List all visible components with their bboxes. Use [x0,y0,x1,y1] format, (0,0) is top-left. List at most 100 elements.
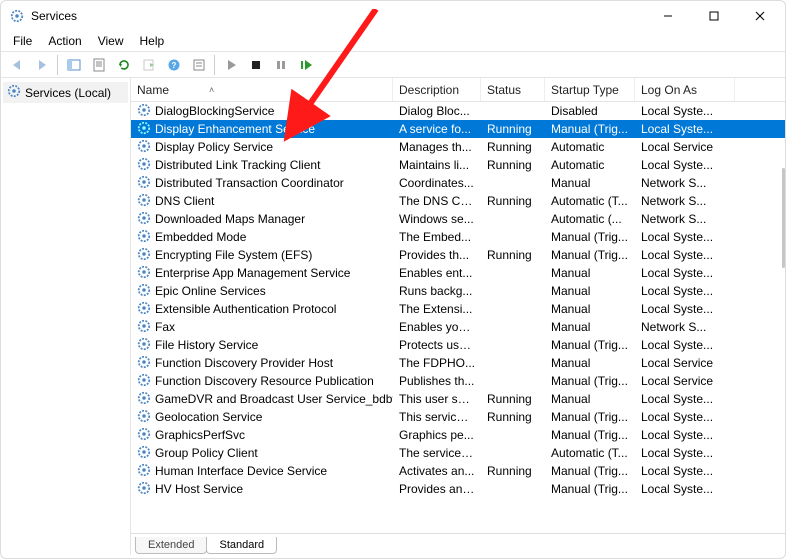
service-startup: Manual [545,302,635,316]
service-row[interactable]: Display Enhancement ServiceA service fo.… [131,120,785,138]
column-header-name[interactable]: Name˄ [131,78,393,101]
service-description: Activates an... [393,464,481,478]
service-status: Running [481,140,545,154]
options-button[interactable] [187,53,210,76]
export-button[interactable] [137,53,160,76]
service-row[interactable]: Enterprise App Management ServiceEnables… [131,264,785,282]
service-row[interactable]: Geolocation ServiceThis service ...Runni… [131,408,785,426]
gear-icon [137,301,151,318]
scrollbar-thumb[interactable] [782,168,785,268]
pause-service-button[interactable] [269,53,292,76]
service-name: Display Policy Service [155,140,273,154]
service-status: Running [481,122,545,136]
app-gear-icon [9,8,25,24]
service-row[interactable]: DNS ClientThe DNS Cli...RunningAutomatic… [131,192,785,210]
column-header-startup[interactable]: Startup Type [545,78,635,101]
sort-asc-icon: ˄ [209,85,214,95]
service-logon: Local Syste... [635,122,735,136]
service-row[interactable]: Group Policy ClientThe service i...Autom… [131,444,785,462]
tab-extended[interactable]: Extended [135,537,207,554]
service-row[interactable]: Display Policy ServiceManages th...Runni… [131,138,785,156]
service-row[interactable]: Encrypting File System (EFS)Provides th.… [131,246,785,264]
properties-button[interactable] [87,53,110,76]
service-logon: Network S... [635,212,735,226]
close-button[interactable] [737,1,783,31]
column-header-logon[interactable]: Log On As [635,78,735,101]
service-logon: Local Service [635,374,735,388]
service-row[interactable]: Distributed Transaction CoordinatorCoord… [131,174,785,192]
menu-view[interactable]: View [90,32,132,50]
service-logon: Local Syste... [635,266,735,280]
gear-icon [137,229,151,246]
service-startup: Automatic [545,158,635,172]
menu-file[interactable]: File [5,32,40,50]
column-header-status[interactable]: Status [481,78,545,101]
help-button[interactable]: ? [162,53,185,76]
service-startup: Manual (Trig... [545,482,635,496]
service-logon: Local Syste... [635,464,735,478]
restart-service-button[interactable] [294,53,317,76]
service-row[interactable]: HV Host Service Provides an ... Manual (Tr… [131,480,785,498]
service-description: Windows se... [393,212,481,226]
tab-strip: Extended Standard [131,533,785,555]
service-row[interactable]: File History Service Protects use... Manua… [131,336,785,354]
service-row[interactable]: DialogBlockingServiceDialog Bloc...Disab… [131,102,785,120]
gear-icon [137,481,151,498]
tab-standard[interactable]: Standard [206,537,277,554]
service-description: Enables you... [393,320,481,334]
service-row[interactable]: Function Discovery Provider HostThe FDPH… [131,354,785,372]
service-name: Human Interface Device Service [155,464,327,478]
service-description: Provides an ... [393,482,481,496]
service-name: Extensible Authentication Protocol [155,302,336,316]
maximize-button[interactable] [691,1,737,31]
service-row[interactable]: Downloaded Maps ManagerWindows se...Auto… [131,210,785,228]
start-service-button[interactable] [219,53,242,76]
service-name: File History Service [155,338,258,352]
service-name: GameDVR and Broadcast User Service_bdbf9 [155,392,393,406]
service-startup: Manual (Trig... [545,338,635,352]
service-startup: Manual (Trig... [545,122,635,136]
gear-icon [137,103,151,120]
window-title: Services [31,9,645,23]
service-row[interactable]: Embedded ModeThe Embed...Manual (Trig...… [131,228,785,246]
stop-service-button[interactable] [244,53,267,76]
service-startup: Manual [545,266,635,280]
service-row[interactable]: Extensible Authentication ProtocolThe Ex… [131,300,785,318]
service-startup: Manual (Trig... [545,248,635,262]
refresh-button[interactable] [112,53,135,76]
service-logon: Local Syste... [635,248,735,262]
service-status: Running [481,158,545,172]
service-row[interactable]: Human Interface Device Service Activates … [131,462,785,480]
service-name: Epic Online Services [155,284,266,298]
minimize-button[interactable] [645,1,691,31]
service-name: Function Discovery Resource Publication [155,374,374,388]
column-header-description[interactable]: Description [393,78,481,101]
service-logon: Local Service [635,140,735,154]
menu-help[interactable]: Help [132,32,173,50]
forward-button[interactable] [30,53,53,76]
service-name: Downloaded Maps Manager [155,212,305,226]
service-row[interactable]: GraphicsPerfSvcGraphics pe...Manual (Tri… [131,426,785,444]
service-description: Protects use... [393,338,481,352]
service-description: This user ser... [393,392,481,406]
service-row[interactable]: GameDVR and Broadcast User Service_bdbf9… [131,390,785,408]
list-body[interactable]: DialogBlockingServiceDialog Bloc...Disab… [131,102,785,533]
service-logon: Local Syste... [635,446,735,460]
tree-root-services-local[interactable]: Services (Local) [3,82,128,103]
service-name: HV Host Service [155,482,243,496]
service-row[interactable]: FaxEnables you...ManualNetwork S... [131,318,785,336]
service-row[interactable]: Epic Online ServicesRuns backg...ManualL… [131,282,785,300]
service-description: Runs backg... [393,284,481,298]
service-description: The FDPHO... [393,356,481,370]
service-row[interactable]: Function Discovery Resource PublicationP… [131,372,785,390]
service-row[interactable]: Distributed Link Tracking ClientMaintain… [131,156,785,174]
show-hide-tree-button[interactable] [62,53,85,76]
service-status: Running [481,392,545,406]
back-button[interactable] [5,53,28,76]
service-name: Group Policy Client [155,446,258,460]
gear-icon [137,193,151,210]
menu-action[interactable]: Action [40,32,89,50]
menubar: File Action View Help [1,31,785,51]
gear-icon [137,265,151,282]
titlebar: Services [1,1,785,31]
